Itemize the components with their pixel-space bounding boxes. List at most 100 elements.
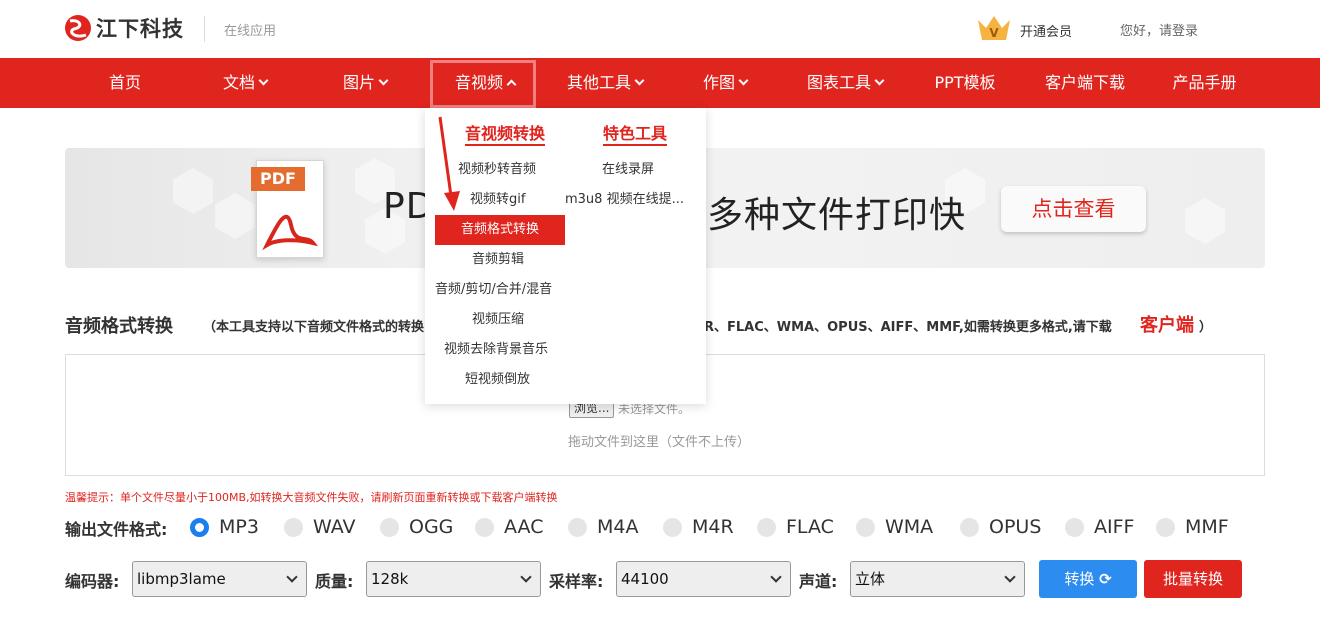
hexagon-decoration bbox=[1185, 198, 1225, 244]
drag-hint: 拖动文件到这里（文件不上传） bbox=[568, 435, 751, 450]
nav-client-download[interactable]: 客户端下载 bbox=[1035, 58, 1135, 108]
menu-item-video-compress[interactable]: 视频压缩 bbox=[472, 305, 524, 335]
pdf-document-icon: PDF bbox=[251, 160, 324, 258]
quality-select[interactable]: 128k bbox=[366, 561, 541, 597]
format-row: 输出文件格式: bbox=[65, 512, 167, 544]
hexagon-decoration bbox=[215, 193, 255, 239]
menu-item-audio-format-convert[interactable]: 音频格式转换 bbox=[435, 215, 565, 245]
radio-label: WMA bbox=[885, 516, 934, 538]
radio-label: MMF bbox=[1185, 516, 1229, 538]
radio-label: WAV bbox=[313, 516, 356, 538]
nav-label: 图表工具 bbox=[806, 73, 871, 92]
banner-headline-right: 多种文件打印快 bbox=[707, 195, 967, 236]
menu-item-remove-bgm[interactable]: 视频去除背景音乐 bbox=[444, 335, 548, 365]
radio-label: OPUS bbox=[989, 516, 1042, 538]
warning-tip: 温馨提示：单个文件尽量小于100MB,如转换大音频文件失败，请刷新页面重新转换或… bbox=[65, 491, 558, 504]
format-radio-wav[interactable]: WAV bbox=[284, 516, 356, 538]
radio-label: AIFF bbox=[1094, 516, 1135, 538]
logo-icon bbox=[64, 13, 92, 43]
nav-label: 客户端下载 bbox=[1044, 73, 1125, 92]
format-label: 输出文件格式: bbox=[65, 520, 168, 539]
svg-text:V: V bbox=[989, 26, 999, 40]
radio-button[interactable] bbox=[380, 517, 399, 537]
menu-item-video-to-gif[interactable]: 视频转gif bbox=[470, 185, 525, 215]
format-radio-m4a[interactable]: M4A bbox=[568, 516, 638, 538]
chevron-down-icon bbox=[520, 571, 532, 583]
select-value: 44100 bbox=[621, 570, 669, 588]
radio-button[interactable] bbox=[284, 517, 303, 537]
login-link[interactable]: 您好，请登录 bbox=[1120, 20, 1198, 39]
crown-icon: V bbox=[976, 14, 1012, 46]
batch-convert-button[interactable]: 批量转换 bbox=[1144, 560, 1242, 598]
menu-item-audio-cut-merge-mix[interactable]: 音频/剪切/合并/混音 bbox=[435, 275, 552, 305]
dropdown-col2-title: 特色工具 bbox=[603, 124, 668, 143]
format-radio-wma[interactable]: WMA bbox=[856, 516, 933, 538]
radio-button[interactable] bbox=[1065, 517, 1084, 537]
top-bar: 江下科技 在线应用 V 开通会员 您好，请登录 bbox=[0, 0, 1320, 58]
nav-label: 其他工具 bbox=[566, 73, 631, 92]
format-radio-aiff[interactable]: AIFF bbox=[1065, 516, 1134, 538]
menu-item-video-to-audio[interactable]: 视频秒转音频 bbox=[458, 155, 536, 185]
format-radio-flac[interactable]: FLAC bbox=[757, 516, 834, 538]
section-note-right: R、FLAC、WMA、OPUS、AIFF、MMF,如需转换更多格式,请下载 bbox=[704, 320, 1112, 335]
format-radio-ogg[interactable]: OGG bbox=[380, 516, 453, 538]
format-radio-mmf[interactable]: MMF bbox=[1156, 516, 1229, 538]
site-subtitle: 在线应用 bbox=[224, 24, 277, 39]
nav-docs[interactable]: 文档 bbox=[210, 58, 280, 108]
nav-home[interactable]: 首页 bbox=[95, 58, 155, 108]
title-underline bbox=[603, 144, 667, 146]
radio-button[interactable] bbox=[568, 517, 587, 537]
format-radio-opus[interactable]: OPUS bbox=[960, 516, 1041, 538]
channel-select[interactable]: 立体 bbox=[850, 561, 1025, 597]
dropdown-col1-title: 音视频转换 bbox=[465, 124, 546, 143]
chevron-down-icon bbox=[770, 571, 782, 583]
title-underline bbox=[465, 144, 545, 146]
vip-link[interactable]: V 开通会员 bbox=[976, 14, 1072, 46]
select-value: 128k bbox=[371, 570, 409, 588]
samplerate-select[interactable]: 44100 bbox=[616, 561, 791, 597]
radio-button[interactable] bbox=[190, 517, 209, 537]
nav-label: PPT模板 bbox=[934, 73, 996, 92]
nav-product-manual[interactable]: 产品手册 bbox=[1162, 58, 1247, 108]
convert-button[interactable]: 转换 ⟳ bbox=[1039, 560, 1137, 598]
chevron-down-icon bbox=[738, 75, 749, 86]
format-radio-aac[interactable]: AAC bbox=[475, 516, 543, 538]
format-radio-m4r[interactable]: M4R bbox=[663, 516, 734, 538]
chevron-down-icon bbox=[874, 75, 885, 86]
hexagon-decoration bbox=[173, 168, 213, 214]
nav-drawing[interactable]: 作图 bbox=[690, 58, 760, 108]
format-radio-mp3[interactable]: MP3 bbox=[190, 516, 259, 538]
nav-label: 产品手册 bbox=[1172, 73, 1237, 92]
nav-label: 图片 bbox=[342, 73, 375, 92]
nav-chart-tools[interactable]: 图表工具 bbox=[795, 58, 895, 108]
radio-button[interactable] bbox=[475, 517, 494, 537]
menu-item-m3u8-extract[interactable]: m3u8 视频在线提... bbox=[565, 185, 684, 215]
menu-item-reverse-video[interactable]: 短视频倒放 bbox=[465, 365, 530, 395]
chevron-down-icon bbox=[378, 75, 389, 86]
radio-label: M4R bbox=[692, 516, 734, 538]
radio-button[interactable] bbox=[960, 517, 979, 537]
select-value: libmp3lame bbox=[137, 570, 226, 588]
nav-ppt-templates[interactable]: PPT模板 bbox=[925, 58, 1005, 108]
radio-label: FLAC bbox=[786, 516, 834, 538]
select-value: 立体 bbox=[855, 570, 886, 588]
divider bbox=[204, 16, 205, 42]
banner-view-button[interactable]: 点击查看 bbox=[1001, 186, 1146, 232]
encoder-select[interactable]: libmp3lame bbox=[132, 561, 307, 597]
pointer-arrow-icon bbox=[438, 116, 460, 211]
logo[interactable]: 江下科技 bbox=[64, 13, 184, 43]
menu-item-audio-edit[interactable]: 音频剪辑 bbox=[472, 245, 524, 275]
radio-button[interactable] bbox=[1156, 517, 1175, 537]
radio-button[interactable] bbox=[663, 517, 682, 537]
menu-item-screen-record[interactable]: 在线录屏 bbox=[602, 155, 654, 185]
radio-button[interactable] bbox=[757, 517, 776, 537]
client-download-link[interactable]: 客户端 bbox=[1140, 311, 1194, 337]
encoder-label: 编码器: bbox=[65, 572, 120, 591]
radio-button[interactable] bbox=[856, 517, 875, 537]
nav-images[interactable]: 图片 bbox=[330, 58, 400, 108]
audio-video-dropdown: 音视频转换 特色工具 视频秒转音频 视频转gif 音频格式转换 音频剪辑 音频/… bbox=[425, 108, 706, 404]
radio-label: AAC bbox=[504, 516, 544, 538]
nav-label: 作图 bbox=[702, 73, 735, 92]
nav-other-tools[interactable]: 其他工具 bbox=[555, 58, 655, 108]
radio-label: OGG bbox=[409, 516, 454, 538]
